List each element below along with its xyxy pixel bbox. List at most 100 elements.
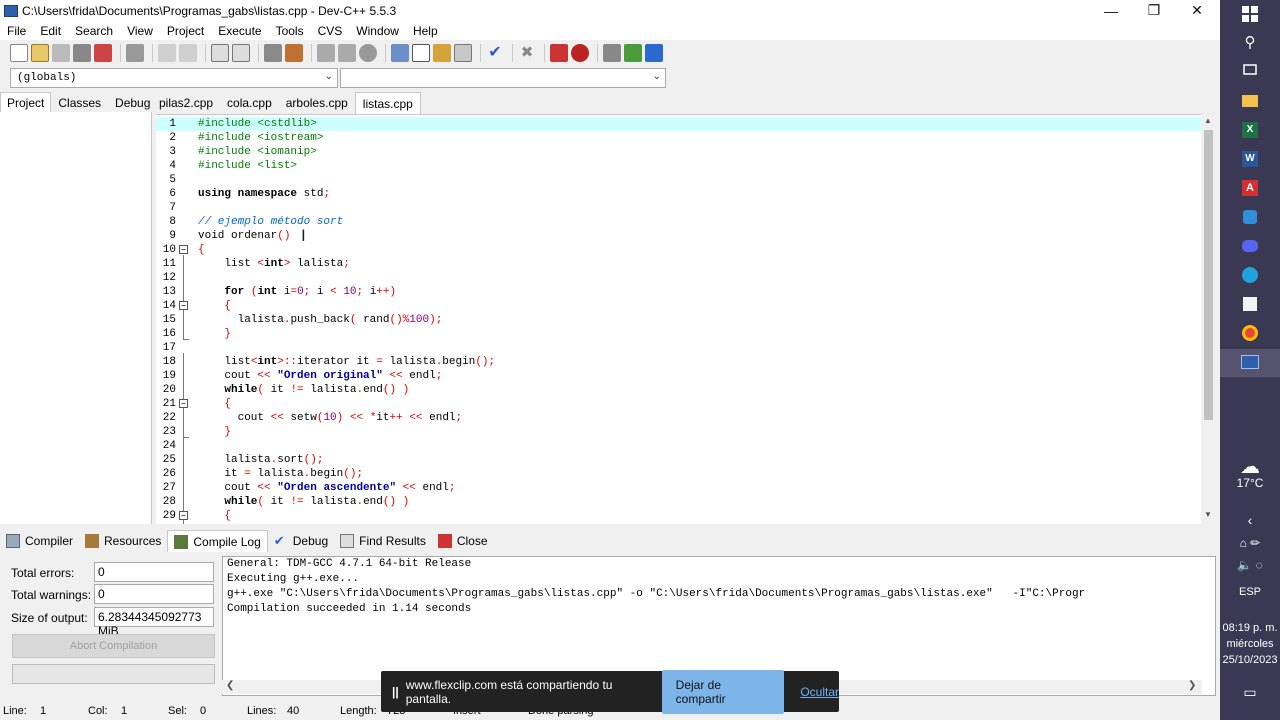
code-line[interactable]: 18 list<int>::iterator it = lalista.begi… — [156, 355, 1201, 369]
run-icon[interactable] — [412, 44, 430, 62]
member-dropdown[interactable]: ⌄ — [340, 68, 666, 88]
code-line[interactable]: 26 it = lalista.begin(); — [156, 467, 1201, 481]
code-line[interactable]: 6 using namespace std; — [156, 187, 1201, 201]
tab-listas[interactable]: listas.cpp — [354, 92, 421, 114]
acrobat-icon[interactable]: A — [1240, 179, 1260, 197]
code-line[interactable]: 13 for (int i=0; i < 10; i++) — [156, 285, 1201, 299]
edge-icon[interactable] — [1240, 266, 1260, 284]
code-line[interactable]: 7 — [156, 201, 1201, 215]
code-line[interactable]: 12 — [156, 271, 1201, 285]
weather-temperature[interactable]: 17°C — [1220, 476, 1280, 490]
tab-debug[interactable]: Debug — [108, 92, 157, 112]
code-line[interactable]: 28 while( it != lalista.end() ) — [156, 495, 1201, 509]
code-editor[interactable]: 1 #include <cstdlib> 2 #include <iostream>… — [156, 114, 1216, 524]
code-line[interactable]: 19 cout << "Orden original" << endl; — [156, 369, 1201, 383]
editor-vertical-scrollbar[interactable]: ▲ ▼ — [1201, 114, 1216, 524]
tab-classes[interactable]: Classes — [51, 92, 108, 112]
fold-collapse-icon[interactable]: − — [179, 399, 188, 408]
code-line[interactable]: 11 list <int> lalista; — [156, 257, 1201, 271]
code-line[interactable]: 23 } — [156, 425, 1201, 439]
tab-compile-log[interactable]: Compile Log — [167, 530, 268, 552]
tab-debug-output[interactable]: ✔ Debug — [268, 530, 334, 552]
menu-edit[interactable]: Edit — [33, 24, 68, 38]
bookmark-prev-icon[interactable] — [317, 44, 335, 62]
menu-project[interactable]: Project — [160, 24, 211, 38]
code-line[interactable]: 4 #include <list> — [156, 159, 1201, 173]
minimize-button[interactable]: — — [1088, 0, 1134, 21]
code-line[interactable]: 20 while( it != lalista.end() ) — [156, 383, 1201, 397]
clock-time[interactable]: 08:19 p. m. — [1220, 622, 1280, 634]
save-all-icon[interactable] — [73, 44, 91, 62]
scope-dropdown[interactable]: (globals) ⌄ — [10, 68, 338, 88]
abort-compilation-button[interactable]: Abort Compilation — [12, 634, 215, 658]
fold-collapse-icon[interactable]: − — [179, 301, 188, 310]
compile-icon[interactable] — [391, 44, 409, 62]
restore-button[interactable]: ❐ — [1131, 0, 1177, 21]
save-icon[interactable] — [52, 44, 70, 62]
app-cube-icon[interactable] — [1240, 208, 1260, 226]
devcpp-taskbar-item[interactable] — [1220, 349, 1280, 377]
notifications-icon[interactable]: ▭ — [1220, 684, 1280, 701]
scrollbar-thumb[interactable] — [1204, 130, 1213, 420]
fold-collapse-icon[interactable]: − — [179, 511, 188, 520]
code-line[interactable]: 15 lalista.push_back( rand()%100); — [156, 313, 1201, 327]
profile-icon[interactable] — [550, 44, 568, 62]
code-line[interactable]: 16 } — [156, 327, 1201, 341]
project-browser[interactable] — [0, 112, 152, 524]
menu-execute[interactable]: Execute — [211, 24, 268, 38]
meet-now-icon[interactable]: ⌂ ✏ — [1220, 536, 1280, 550]
tab-cola[interactable]: cola.cpp — [220, 92, 279, 114]
clock-date[interactable]: 25/10/2023 — [1220, 654, 1280, 666]
menu-cvs[interactable]: CVS — [311, 24, 350, 38]
menu-help[interactable]: Help — [406, 24, 445, 38]
check-syntax-icon[interactable]: ✔ — [486, 44, 504, 62]
compile-run-icon[interactable] — [433, 44, 451, 62]
replace-icon[interactable] — [232, 44, 250, 62]
clean-icon[interactable]: ✖ — [518, 44, 536, 62]
close-button[interactable]: ✕ — [1174, 0, 1220, 21]
code-line[interactable]: 8 // ejemplo método sort — [156, 215, 1201, 229]
hide-share-bar-link[interactable]: Ocultar — [800, 685, 839, 699]
code-line[interactable]: 10− { — [156, 243, 1201, 257]
tab-resources[interactable]: Resources — [79, 530, 167, 552]
search-icon[interactable]: ⚲ — [1240, 33, 1260, 51]
goto-line-icon[interactable] — [285, 44, 303, 62]
open-file-icon[interactable] — [31, 44, 49, 62]
file-explorer-icon[interactable] — [1240, 92, 1260, 110]
tab-pilas2[interactable]: pilas2.cpp — [152, 92, 220, 114]
code-line[interactable]: 21− { — [156, 397, 1201, 411]
clock-day[interactable]: miércoles — [1220, 638, 1280, 650]
rebuild-icon[interactable] — [454, 44, 472, 62]
code-line[interactable]: 25 lalista.sort(); — [156, 453, 1201, 467]
tab-arboles[interactable]: arboles.cpp — [279, 92, 355, 114]
task-view-icon[interactable] — [1240, 61, 1260, 79]
scroll-down-icon[interactable]: ▼ — [1204, 510, 1212, 519]
discord-icon[interactable] — [1240, 237, 1260, 255]
code-line[interactable]: 3 #include <iomanip> — [156, 145, 1201, 159]
code-line[interactable]: 24 — [156, 439, 1201, 453]
menu-window[interactable]: Window — [349, 24, 406, 38]
stop-icon[interactable] — [359, 44, 377, 62]
project-add-icon[interactable] — [624, 44, 642, 62]
word-icon[interactable]: W — [1240, 150, 1260, 168]
scroll-left-icon[interactable]: ❮ — [226, 680, 234, 691]
menu-search[interactable]: Search — [68, 24, 120, 38]
fold-collapse-icon[interactable]: − — [179, 245, 188, 254]
close-file-icon[interactable] — [94, 44, 112, 62]
tab-find-results[interactable]: Find Results — [334, 530, 432, 552]
print-icon[interactable] — [126, 44, 144, 62]
code-line[interactable]: 2 #include <iostream> — [156, 131, 1201, 145]
debug-icon[interactable] — [571, 44, 589, 62]
show-hidden-icons-icon[interactable]: ‹ — [1220, 512, 1280, 528]
bookmark-next-icon[interactable] — [338, 44, 356, 62]
chrome-icon[interactable] — [1240, 324, 1260, 342]
tab-project[interactable]: Project — [0, 92, 52, 112]
menu-view[interactable]: View — [120, 24, 160, 38]
indent-icon[interactable] — [264, 44, 282, 62]
project-options-icon[interactable] — [645, 44, 663, 62]
stop-sharing-button[interactable]: Dejar de compartir — [661, 669, 785, 714]
scroll-right-icon[interactable]: ❯ — [1188, 680, 1196, 691]
store-icon[interactable] — [1240, 295, 1260, 313]
tab-compiler[interactable]: Compiler — [0, 530, 79, 552]
code-line[interactable]: 9 void ordenar() — [156, 229, 1201, 243]
